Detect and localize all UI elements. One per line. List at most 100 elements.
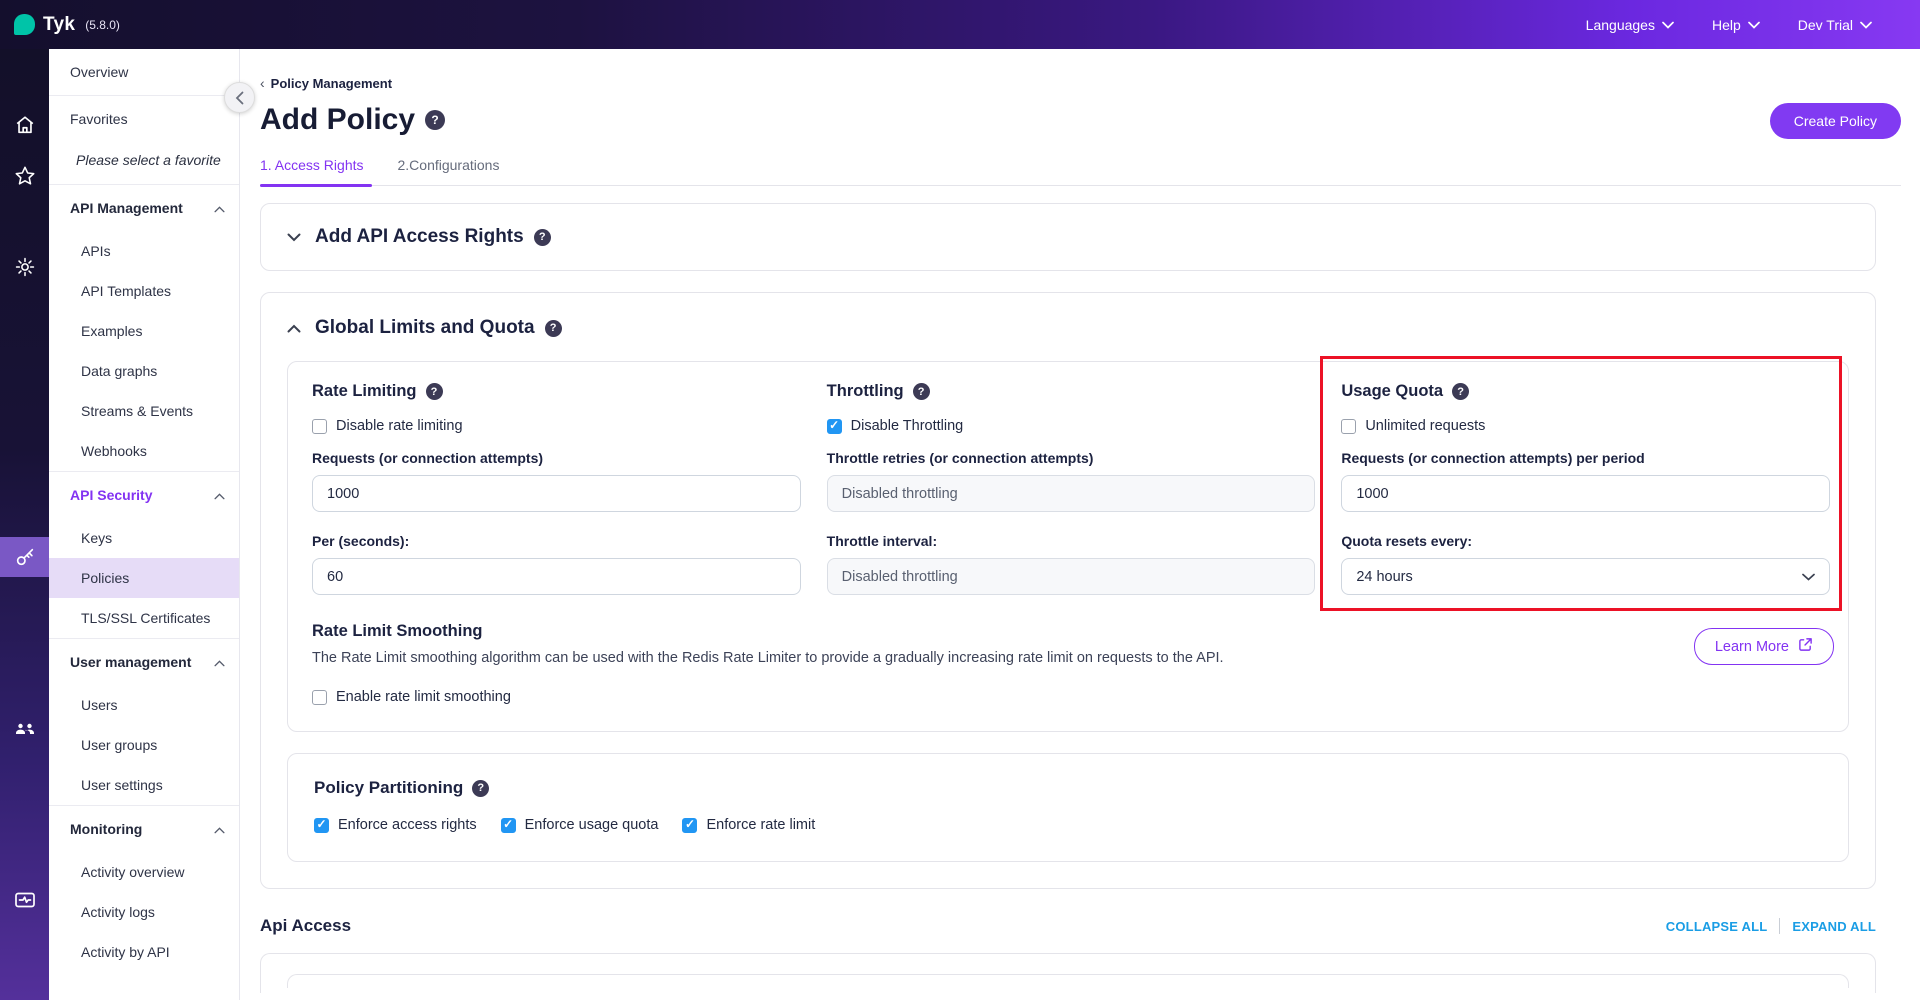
star-icon[interactable] <box>0 156 49 196</box>
create-policy-button[interactable]: Create Policy <box>1770 103 1901 139</box>
help-icon[interactable]: ? <box>545 320 562 337</box>
usage-quota-title: Usage Quota ? <box>1341 382 1830 401</box>
languages-menu[interactable]: Languages <box>1586 17 1674 33</box>
limits-panel: Rate Limiting ? Disable rate limiting Re… <box>287 361 1849 732</box>
quota-requests-input[interactable] <box>1341 475 1830 512</box>
smoothing-description: The Rate Limit smoothing algorithm can b… <box>312 650 1630 666</box>
per-seconds-input[interactable] <box>312 558 801 595</box>
api-access-header: Api Access COLLAPSE ALL EXPAND ALL <box>260 916 1876 936</box>
rate-limiting-column: Rate Limiting ? Disable rate limiting Re… <box>312 382 801 595</box>
disable-rate-limiting-checkbox[interactable]: Disable rate limiting <box>312 418 801 434</box>
per-seconds-label: Per (seconds): <box>312 533 801 549</box>
sidebar-section-label: API Management <box>70 200 183 216</box>
throttling-column: Throttling ? Disable Throttling Throttle… <box>827 382 1316 595</box>
api-security-key-icon[interactable] <box>0 537 49 577</box>
sidebar-item-data-graphs[interactable]: Data graphs <box>49 351 239 391</box>
quota-requests-label: Requests (or connection attempts) per pe… <box>1341 450 1830 466</box>
learn-more-button[interactable]: Learn More <box>1694 628 1834 665</box>
help-icon[interactable]: ? <box>913 383 930 400</box>
help-icon[interactable]: ? <box>1452 383 1469 400</box>
api-management-gear-icon[interactable] <box>0 247 49 287</box>
divider <box>1779 918 1780 934</box>
sidebar-item-label: Overview <box>70 64 128 80</box>
tab-configurations[interactable]: 2.Configurations <box>398 157 500 185</box>
version-label: (5.8.0) <box>85 18 120 32</box>
breadcrumb[interactable]: ‹ Policy Management <box>260 75 1901 91</box>
disable-throttling-checkbox[interactable]: Disable Throttling <box>827 418 1316 434</box>
monitoring-icon[interactable] <box>0 880 49 920</box>
sidebar-section-api-security[interactable]: API Security <box>49 472 239 518</box>
unlimited-requests-checkbox[interactable]: Unlimited requests <box>1341 418 1830 434</box>
chevron-up-icon <box>214 487 225 503</box>
sidebar-item-keys[interactable]: Keys <box>49 518 239 558</box>
section-title: Add API Access Rights ? <box>315 226 551 248</box>
sidebar-item-users[interactable]: Users <box>49 685 239 725</box>
sidebar-item-favorites[interactable]: Favorites <box>49 96 239 142</box>
sidebar-section-label: User management <box>70 654 191 670</box>
sidebar-section-label: API Security <box>70 487 152 503</box>
smoothing-title: Rate Limit Smoothing <box>312 622 1630 641</box>
help-icon[interactable]: ? <box>472 780 489 797</box>
rate-requests-input[interactable] <box>312 475 801 512</box>
tyk-logo-icon <box>14 14 35 35</box>
home-icon[interactable] <box>0 105 49 145</box>
chevron-down-icon <box>1802 573 1815 581</box>
enforce-usage-quota-checkbox[interactable]: Enforce usage quota <box>501 817 659 833</box>
help-icon[interactable]: ? <box>425 110 445 130</box>
external-link-icon <box>1798 637 1813 656</box>
policy-partitioning-title: Policy Partitioning ? <box>314 778 1822 798</box>
policy-partitioning-card: Policy Partitioning ? Enforce access rig… <box>287 753 1849 862</box>
chevron-down-icon[interactable] <box>287 233 301 242</box>
sidebar-item-activity-logs[interactable]: Activity logs <box>49 892 239 932</box>
quota-resets-label: Quota resets every: <box>1341 533 1830 549</box>
sidebar-item-label: Favorites <box>70 111 128 127</box>
sidebar-item-api-templates[interactable]: API Templates <box>49 271 239 311</box>
section-title: Global Limits and Quota ? <box>315 317 562 339</box>
collapse-all-link[interactable]: COLLAPSE ALL <box>1666 919 1768 934</box>
sidebar-item-user-settings[interactable]: User settings <box>49 765 239 805</box>
sidebar-section-api-management[interactable]: API Management <box>49 185 239 231</box>
tyk-logo[interactable]: Tyk (5.8.0) <box>0 14 120 36</box>
enforce-access-rights-checkbox[interactable]: Enforce access rights <box>314 817 477 833</box>
api-access-inner-partial <box>287 974 1849 988</box>
chevron-up-icon <box>214 821 225 837</box>
help-label: Help <box>1712 17 1741 33</box>
chevron-up-icon <box>214 654 225 670</box>
sidebar-item-overview[interactable]: Overview <box>49 49 239 95</box>
help-icon[interactable]: ? <box>426 383 443 400</box>
throttle-retries-label: Throttle retries (or connection attempts… <box>827 450 1316 466</box>
sidebar-item-activity-overview[interactable]: Activity overview <box>49 852 239 892</box>
quota-resets-select[interactable]: 24 hours <box>1341 558 1830 595</box>
throttle-retries-input <box>827 475 1316 512</box>
expand-all-link[interactable]: EXPAND ALL <box>1792 919 1876 934</box>
enable-smoothing-checkbox[interactable]: Enable rate limit smoothing <box>312 689 1630 705</box>
brand-name: Tyk <box>43 14 75 36</box>
sidebar-item-apis[interactable]: APIs <box>49 231 239 271</box>
help-menu[interactable]: Help <box>1712 17 1760 33</box>
user-management-users-icon[interactable] <box>0 709 49 749</box>
sidebar-item-policies[interactable]: Policies <box>49 558 239 598</box>
page-title: Add Policy ? <box>260 103 445 137</box>
usage-quota-column: Usage Quota ? Unlimited requests Request… <box>1341 382 1830 595</box>
sidebar-item-webhooks[interactable]: Webhooks <box>49 431 239 471</box>
api-access-card-partial <box>260 953 1876 993</box>
tab-access-rights[interactable]: 1. Access Rights <box>260 157 364 185</box>
rate-limiting-title: Rate Limiting ? <box>312 382 801 401</box>
sidebar-collapse-button[interactable] <box>224 82 255 113</box>
chevron-up-icon[interactable] <box>287 324 301 333</box>
sidebar-section-monitoring[interactable]: Monitoring <box>49 806 239 852</box>
sidebar-section-user-management[interactable]: User management <box>49 639 239 685</box>
tab-bar: 1. Access Rights 2.Configurations <box>260 157 1901 186</box>
account-menu[interactable]: Dev Trial <box>1798 17 1872 33</box>
api-access-title: Api Access <box>260 916 351 936</box>
sidebar-item-tls-ssl-certificates[interactable]: TLS/SSL Certificates <box>49 598 239 638</box>
help-icon[interactable]: ? <box>534 229 551 246</box>
enforce-rate-limit-checkbox[interactable]: Enforce rate limit <box>682 817 815 833</box>
throttle-interval-label: Throttle interval: <box>827 533 1316 549</box>
sidebar-item-examples[interactable]: Examples <box>49 311 239 351</box>
main-content: ‹ Policy Management Add Policy ? Create … <box>240 49 1920 1000</box>
sidebar-item-activity-by-api[interactable]: Activity by API <box>49 932 239 972</box>
sidebar-item-user-groups[interactable]: User groups <box>49 725 239 765</box>
sidebar-item-streams-events[interactable]: Streams & Events <box>49 391 239 431</box>
add-api-access-rights-card: Add API Access Rights ? <box>260 203 1876 271</box>
